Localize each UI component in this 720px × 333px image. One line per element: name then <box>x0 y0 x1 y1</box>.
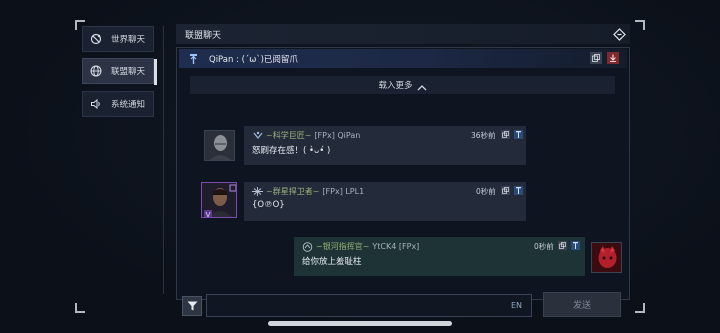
message-bubble-own: ~银河指挥官~ YtCK4 [FPx] 0秒前 给你放上羞耻柱 <box>294 237 585 276</box>
diamond-settings-icon[interactable] <box>612 27 626 41</box>
world-chat-icon <box>89 32 103 46</box>
panel-title: 联盟聊天 <box>185 30 222 41</box>
filter-icon <box>187 301 197 311</box>
message-bubble: ~科学巨匠~ [FPx] QiPan 36秒前 怒刷存在感！( •̀ᴗ•́ ) <box>244 126 526 165</box>
rank-badge-icon <box>252 131 263 141</box>
pin-message-icon[interactable] <box>514 186 523 195</box>
message-time: 36秒前 <box>471 131 496 140</box>
message-text: 怒刷存在感！( •̀ᴗ•́ ) <box>252 146 331 156</box>
pin-message-icon[interactable] <box>514 130 523 139</box>
nav-alliance-chat[interactable]: 联盟聊天 <box>82 58 157 85</box>
globe-icon <box>89 64 103 78</box>
avatar[interactable] <box>204 130 235 161</box>
nav-label: 世界聊天 <box>111 35 146 45</box>
message-time: 0秒前 <box>534 242 554 251</box>
pinned-copy-icon[interactable] <box>590 52 602 64</box>
copy-icon[interactable] <box>501 130 510 139</box>
load-more-label: 载入更多 <box>378 81 413 91</box>
message-header: ~银河指挥官~ YtCK4 [FPx] <box>302 241 419 252</box>
copy-icon[interactable] <box>558 241 567 250</box>
input-row: EN 发送 <box>177 292 631 323</box>
nav-divider <box>163 26 164 294</box>
message-text: 给你放上羞耻柱 <box>302 257 362 267</box>
message-text: {O℗O} <box>252 200 285 210</box>
send-button[interactable]: 发送 <box>543 292 621 317</box>
sender-rank: ~银河指挥官~ <box>316 242 370 251</box>
nav-label: 联盟聊天 <box>111 67 146 77</box>
panel-titlebar: 联盟聊天 <box>176 24 630 44</box>
pinned-message-bar[interactable]: QiPan : (´ω`)已阅留爪 <box>179 49 627 68</box>
sender-name[interactable]: YtCK4 [FPx] <box>372 242 419 251</box>
load-more-button[interactable]: 载入更多 <box>190 76 615 94</box>
chat-input-box[interactable]: EN <box>206 294 532 317</box>
sender-rank: ~科学巨匠~ <box>266 131 312 140</box>
frame-corner <box>75 303 85 313</box>
chat-screen: 世界聊天 联盟聊天 系统通知 联盟聊天 QiPan : (´ω`)已阅留爪 载入… <box>0 0 720 333</box>
pin-icon <box>187 53 199 65</box>
frame-corner <box>635 20 645 30</box>
pin-message-icon[interactable] <box>571 241 580 250</box>
message-bubble: ~群星捍卫者~ [FPx] LPL1 0秒前 {O℗O} <box>244 182 526 221</box>
chat-panel: 联盟聊天 QiPan : (´ω`)已阅留爪 载入更多 ~科学巨匠~ [FPx]… <box>176 24 630 317</box>
chevron-up-icon <box>417 76 427 95</box>
frame-corner <box>635 303 645 313</box>
message-time: 0秒前 <box>476 187 496 196</box>
starfighter-badge-icon <box>252 187 263 197</box>
pinned-text: QiPan : (´ω`)已阅留爪 <box>209 54 298 65</box>
speaker-icon <box>89 97 103 111</box>
avatar[interactable] <box>591 242 622 273</box>
sender-name[interactable]: [FPx] QiPan <box>314 131 360 140</box>
pinned-unpin-icon[interactable] <box>607 52 619 64</box>
nav-system-notice[interactable]: 系统通知 <box>82 91 154 117</box>
svg-text:V: V <box>206 211 211 218</box>
avatar[interactable]: V <box>201 182 237 218</box>
chat-input[interactable] <box>207 295 507 316</box>
filter-button[interactable] <box>182 296 202 316</box>
sender-rank: ~群星捍卫者~ <box>266 187 320 196</box>
message-header: ~科学巨匠~ [FPx] QiPan <box>252 130 360 141</box>
commander-badge-icon <box>302 241 313 252</box>
sender-name[interactable]: [FPx] LPL1 <box>322 187 364 196</box>
language-toggle[interactable]: EN <box>511 301 522 310</box>
copy-icon[interactable] <box>501 186 510 195</box>
chat-area[interactable]: QiPan : (´ω`)已阅留爪 载入更多 ~科学巨匠~ [FPx] QiPa… <box>176 47 630 317</box>
nav-label: 系统通知 <box>111 100 146 110</box>
nav-world-chat[interactable]: 世界聊天 <box>82 26 154 52</box>
home-indicator[interactable] <box>268 321 452 326</box>
message-header: ~群星捍卫者~ [FPx] LPL1 <box>252 186 364 197</box>
